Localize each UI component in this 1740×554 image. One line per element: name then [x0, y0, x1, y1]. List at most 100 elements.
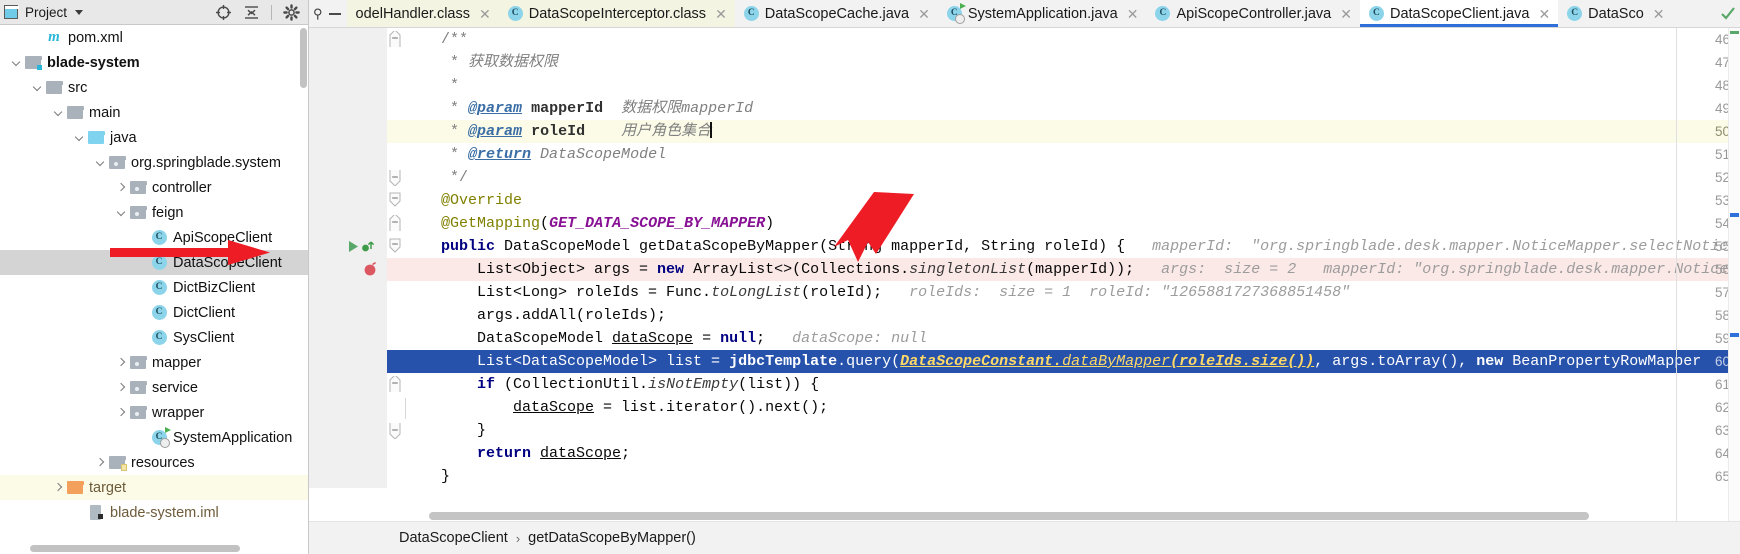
code-viewport[interactable]: 46 47 48 49 50 51 52 53 54 55 56 57 58 59 60 61 62 63 64 65… — [309, 28, 1740, 521]
code-line-text[interactable]: * — [405, 74, 1740, 97]
tree-item-wrapper[interactable]: wrapper — [0, 400, 308, 425]
tree-item-java[interactable]: java — [0, 125, 308, 150]
fold-region-start-icon[interactable] — [389, 215, 401, 232]
tree-expand-toggle[interactable] — [92, 450, 108, 475]
editor-tab-datascopeclient-java[interactable]: C DataScopeClient.java ✕ — [1359, 0, 1559, 27]
editor-tab-datascopecache-java[interactable]: C DataScopeCache.java ✕ — [735, 0, 938, 27]
close-icon[interactable]: ✕ — [1340, 7, 1352, 21]
fold-collapse-icon[interactable] — [389, 192, 401, 209]
project-tree[interactable]: m pom.xml blade-system src main java org.sprin… — [0, 25, 308, 554]
code-line-text[interactable]: */ — [405, 166, 1740, 189]
code-token: (roleIds.size()) — [1170, 353, 1315, 370]
tree-expand-toggle[interactable] — [113, 350, 129, 375]
code-line-text[interactable]: List<Long> roleIds = Func.toLongList(rol… — [405, 281, 1740, 304]
close-icon[interactable]: ✕ — [1538, 7, 1550, 21]
tree-expand-toggle[interactable] — [113, 200, 129, 225]
project-panel-vertical-scrollbar[interactable] — [300, 28, 307, 88]
tree-expand-toggle[interactable] — [50, 475, 66, 500]
tree-item-dictbizclient[interactable]: C DictBizClient — [0, 275, 308, 300]
code-line-text[interactable]: } — [405, 419, 1740, 442]
tree-item-apiscopeclient[interactable]: C ApiScopeClient — [0, 225, 308, 250]
inspections-ok-icon[interactable] — [1720, 5, 1736, 21]
error-stripe-gutter[interactable] — [1728, 28, 1740, 521]
tree-item-dictclient[interactable]: C DictClient — [0, 300, 308, 325]
tree-item-systemapplication[interactable]: C SystemApplication — [0, 425, 308, 450]
close-icon[interactable]: ✕ — [1653, 7, 1665, 21]
code-line-text[interactable]: * 获取数据权限 — [405, 51, 1740, 74]
code-line-text[interactable]: if (CollectionUtil.isNotEmpty(list)) { — [405, 373, 1740, 396]
tree-item-src[interactable]: src — [0, 75, 308, 100]
locate-icon[interactable] — [215, 4, 232, 21]
breadcrumb-class[interactable]: DataScopeClient — [399, 530, 508, 546]
editor-horizontal-scrollbar[interactable] — [429, 512, 1589, 520]
editor-tab-systemapplication-java[interactable]: C SystemApplication.java ✕ — [938, 0, 1147, 27]
editor-tab-strip[interactable]: ⚲ odelHandler.class ✕ C DataScopeIntercepto… — [309, 0, 1740, 28]
fold-region-end-icon[interactable] — [389, 169, 401, 186]
gear-icon[interactable] — [283, 3, 300, 21]
java-class-icon: C — [743, 6, 759, 21]
close-icon[interactable]: ✕ — [1127, 7, 1139, 21]
editor-tab-datasco[interactable]: C DataSco ✕ — [1558, 0, 1672, 27]
tree-item-main[interactable]: main — [0, 100, 308, 125]
tree-expand-toggle[interactable] — [50, 100, 66, 125]
collapse-all-icon[interactable] — [243, 4, 260, 21]
tree-item-pom-xml[interactable]: m pom.xml — [0, 25, 308, 50]
code-line-text[interactable]: return dataScope; — [405, 442, 1740, 465]
code-line-text[interactable]: List<Object> args = new ArrayList<>(Coll… — [405, 258, 1740, 281]
tree-expand-toggle[interactable] — [29, 75, 45, 100]
tree-item-datascopeclient[interactable]: C DataScopeClient — [0, 250, 308, 275]
tree-expand-toggle[interactable] — [71, 125, 87, 150]
tree-expand-toggle[interactable] — [113, 375, 129, 400]
fold-region-start-icon[interactable] — [389, 376, 401, 393]
tree-expand-toggle[interactable] — [92, 150, 108, 175]
code-line-text[interactable]: DataScopeModel dataScope = null; dataSco… — [405, 327, 1740, 350]
tree-item-feign[interactable]: feign — [0, 200, 308, 225]
code-line-text[interactable]: * @param roleId 用户角色集合 — [405, 120, 1740, 143]
close-icon[interactable]: ✕ — [715, 7, 727, 21]
fold-region-start-icon[interactable] — [389, 31, 401, 48]
tree-item-target[interactable]: target — [0, 475, 308, 500]
code-token: return — [477, 445, 532, 462]
tree-item-sysclient[interactable]: C SysClient — [0, 325, 308, 350]
tree-expand-toggle[interactable] — [8, 50, 24, 75]
tab-strip-leading-controls[interactable]: ⚲ — [309, 0, 347, 27]
tree-item-blade-system-iml[interactable]: blade-system.iml — [0, 500, 308, 525]
editor-tab-odelhandler-class[interactable]: odelHandler.class ✕ — [346, 0, 499, 27]
minimize-icon[interactable] — [328, 12, 341, 15]
tree-item-blade-system[interactable]: blade-system — [0, 50, 308, 75]
breakpoint-icon[interactable] — [363, 261, 378, 277]
tree-item-service[interactable]: service — [0, 375, 308, 400]
run-gutter-icon[interactable] — [347, 240, 360, 253]
editor-tab-apiscopecontroller-java[interactable]: C ApiScopeController.java ✕ — [1146, 0, 1360, 27]
code-token: , args.toArray(), — [1314, 353, 1477, 370]
code-line-text[interactable]: public DataScopeModel getDataScopeByMapp… — [405, 235, 1740, 258]
close-icon[interactable]: ✕ — [479, 7, 491, 21]
project-panel-horizontal-scrollbar[interactable] — [30, 545, 240, 552]
tree-expand-toggle[interactable] — [113, 175, 129, 200]
tree-item-resources[interactable]: resources — [0, 450, 308, 475]
code-line-text[interactable]: @GetMapping(GET_DATA_SCOPE_BY_MAPPER) — [405, 212, 1740, 235]
chevron-down-icon[interactable] — [75, 9, 84, 15]
tree-expand-toggle[interactable] — [113, 400, 129, 425]
editor-tab-datascopeinterceptor-class[interactable]: C DataScopeInterceptor.class ✕ — [498, 0, 735, 27]
tree-item-label: controller — [152, 179, 212, 196]
code-line-text[interactable]: args.addAll(roleIds); — [405, 304, 1740, 327]
tree-item-label: blade-system.iml — [110, 504, 219, 521]
implementing-method-icon[interactable] — [361, 239, 375, 253]
tree-item-controller[interactable]: controller — [0, 175, 308, 200]
code-line-text[interactable]: } — [405, 465, 1740, 488]
tree-item-mapper[interactable]: mapper — [0, 350, 308, 375]
code-line-text[interactable]: dataScope = list.iterator().next(); — [405, 396, 1740, 419]
fold-collapse-icon[interactable] — [389, 238, 401, 255]
pin-icon[interactable]: ⚲ — [313, 6, 323, 22]
fold-region-end-icon[interactable] — [389, 422, 401, 439]
code-line-text[interactable]: * @param mapperId 数据权限mapperId — [405, 97, 1740, 120]
code-line-text[interactable]: * @return DataScopeModel — [405, 143, 1740, 166]
tree-item-org-springblade-system[interactable]: org.springblade.system — [0, 150, 308, 175]
code-line-text[interactable]: List<DataScopeModel> list = jdbcTemplate… — [405, 350, 1740, 373]
breadcrumb-method[interactable]: getDataScopeByMapper() — [528, 530, 696, 546]
code-line-text[interactable]: /** — [405, 28, 1740, 51]
code-content[interactable]: /** * 获取数据权限 * * @param mapperId 数据权限map… — [405, 28, 1740, 488]
close-icon[interactable]: ✕ — [918, 7, 930, 21]
code-line-text[interactable]: @Override — [405, 189, 1740, 212]
